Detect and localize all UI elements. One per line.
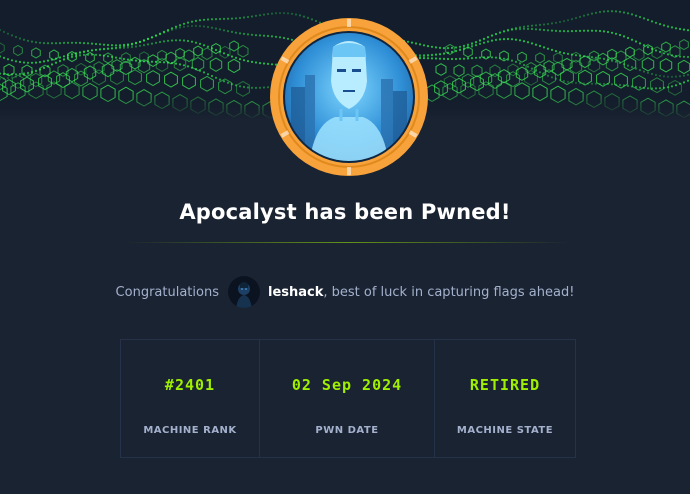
pwned-page: Apocalyst has been Pwned! Congratulation… [0, 0, 690, 494]
machine-badge-icon [269, 17, 429, 177]
username-link[interactable]: leshack [268, 285, 323, 300]
machine-rank-label: MACHINE RANK [143, 425, 237, 436]
machine-state-value: RETIRED [469, 376, 541, 394]
congrats-suffix: , best of luck in capturing flags ahead! [323, 284, 575, 300]
machine-stats-table: #2401 MACHINE RANK 02 Sep 2024 PWN DATE … [120, 339, 576, 458]
stat-pwn-date: 02 Sep 2024 PWN DATE [260, 340, 435, 457]
title-divider [125, 242, 570, 243]
user-avatar-icon[interactable] [227, 276, 260, 308]
pwn-date-value: 02 Sep 2024 [291, 376, 403, 394]
machine-state-label: MACHINE STATE [456, 425, 554, 436]
page-title: Apocalyst has been Pwned! [179, 200, 511, 224]
congrats-prefix: Congratulations [115, 284, 219, 300]
stat-machine-rank: #2401 MACHINE RANK [121, 340, 260, 457]
congrats-message: Congratulations leshack , best of luck i… [0, 276, 690, 308]
pwn-date-label: PWN DATE [315, 425, 379, 436]
stat-machine-state: RETIRED MACHINE STATE [435, 340, 575, 457]
machine-rank-value: #2401 [164, 376, 216, 394]
